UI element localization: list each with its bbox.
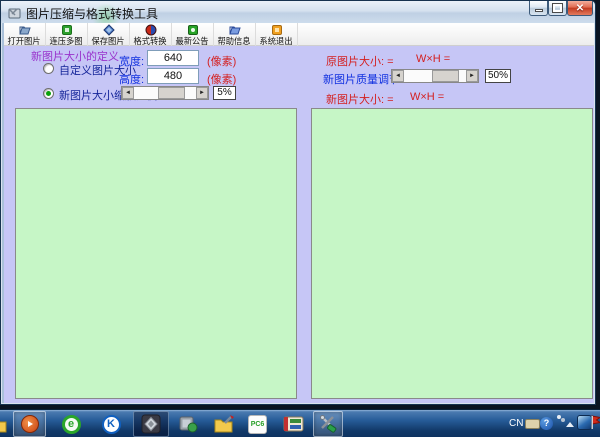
announcement-button[interactable]: 最新公告 (172, 23, 214, 46)
help-info-button[interactable]: 帮助信息 (214, 23, 256, 46)
format-convert-icon (145, 24, 157, 36)
scale-ratio-radio[interactable] (43, 88, 54, 99)
client-area: 新图片大小的定义 自定义图片大小 宽度: (像素) 高度: (像素) 新图片大小… (4, 46, 594, 403)
open-image-button[interactable]: 打开图片 (4, 23, 46, 46)
exit-icon (271, 24, 283, 36)
taskbar-pc6-button[interactable]: PC6 (241, 411, 274, 437)
tray-small-icon[interactable] (556, 414, 566, 424)
keyboard-layout-icon[interactable] (525, 419, 540, 429)
browser-e-label: e (68, 418, 74, 430)
tray-blue-app-icon[interactable] (577, 415, 592, 430)
taskbar-media-button[interactable] (13, 411, 46, 437)
diamond-app-icon (141, 414, 161, 434)
taskbar-tools-button[interactable] (313, 411, 343, 437)
minimize-icon (535, 9, 543, 12)
width-label: 宽度: (119, 53, 144, 69)
toolbar-label: 帮助信息 (218, 36, 251, 45)
browser-e-icon: e (62, 415, 81, 434)
width-unit-label: (像素) (207, 53, 236, 69)
scale-slider-thumb[interactable] (158, 87, 185, 99)
height-unit-label: (像素) (207, 71, 236, 87)
titlebar[interactable]: 图片压缩与格式转换工具 ✕ (1, 1, 595, 23)
tray-expand-icon[interactable] (566, 422, 574, 427)
height-input[interactable] (147, 68, 199, 84)
batch-compress-button[interactable]: 连压多图 (46, 23, 88, 46)
quality-percent-box: 50% (485, 69, 511, 83)
app-window: 图片压缩与格式转换工具 ✕ 打开图片 (0, 0, 596, 405)
taskbar-clipped-folder-button[interactable] (0, 411, 8, 437)
format-convert-button[interactable]: 格式转换 (130, 23, 172, 46)
k-circle-icon: K (102, 415, 121, 434)
maximize-button[interactable] (548, 1, 567, 16)
taskbar-book-button[interactable] (276, 411, 310, 437)
app-icon (8, 6, 21, 19)
open-image-icon (19, 24, 31, 36)
action-center-flag-icon[interactable] (591, 415, 600, 429)
taskbar-active-app-button[interactable] (133, 411, 169, 437)
scroll-right-arrow-icon[interactable]: ► (196, 87, 208, 99)
new-size-label: 新图片大小: = (326, 91, 394, 107)
batch-compress-icon (61, 24, 73, 36)
book-icon (283, 415, 304, 433)
toolbar: 打开图片 连压多图 保存图片 (4, 23, 594, 46)
taskbar-hardware-button[interactable] (171, 411, 205, 437)
quality-slider[interactable]: ◄ ► (391, 69, 479, 83)
width-input[interactable] (147, 50, 199, 66)
save-image-button[interactable]: 保存图片 (88, 23, 130, 46)
taskbar-k-app-button[interactable]: K (93, 411, 129, 437)
toolbar-label: 打开图片 (8, 36, 41, 45)
minimize-button[interactable] (529, 1, 548, 16)
media-play-icon (21, 415, 39, 433)
scale-slider-track[interactable] (134, 87, 196, 99)
language-indicator[interactable]: CN (509, 418, 523, 429)
original-size-value: W×H = (416, 53, 450, 65)
height-label: 高度: (119, 71, 144, 87)
tools-icon (318, 414, 338, 434)
source-image-panel (15, 108, 297, 399)
close-button[interactable]: ✕ (567, 1, 593, 16)
toolbar-label: 保存图片 (92, 36, 125, 45)
taskbar-folder-pen-button[interactable] (206, 411, 241, 437)
desktop: 图片压缩与格式转换工具 ✕ 打开图片 (0, 0, 600, 437)
scroll-left-arrow-icon[interactable]: ◄ (392, 70, 404, 82)
hardware-icon (178, 414, 198, 434)
tray-help-icon[interactable]: ? (540, 417, 553, 430)
new-size-value: W×H = (410, 91, 444, 103)
scroll-right-arrow-icon[interactable]: ► (466, 70, 478, 82)
original-size-label: 原图片大小: = (326, 53, 394, 69)
quality-slider-thumb[interactable] (432, 70, 459, 82)
custom-size-radio[interactable] (43, 63, 54, 74)
toolbar-label: 格式转换 (134, 36, 167, 45)
scale-slider[interactable]: ◄ ► (121, 86, 209, 100)
taskbar-browser-button[interactable]: e (53, 411, 89, 437)
scroll-left-arrow-icon[interactable]: ◄ (122, 87, 134, 99)
pc6-label: PC6 (251, 421, 265, 428)
save-image-icon (103, 24, 115, 36)
pc6-icon: PC6 (248, 415, 267, 434)
maximize-icon (553, 4, 562, 12)
announcement-icon (187, 24, 199, 36)
folder-pen-icon (213, 414, 235, 434)
toolbar-label: 连压多图 (50, 36, 83, 45)
window-title: 图片压缩与格式转换工具 (26, 5, 158, 22)
result-image-panel (311, 108, 593, 399)
clipped-folder-icon (0, 416, 7, 433)
k-label: K (107, 418, 115, 430)
exit-button[interactable]: 系统退出 (256, 23, 298, 46)
toolbar-label: 最新公告 (176, 36, 209, 45)
close-icon: ✕ (576, 2, 584, 15)
quality-slider-track[interactable] (404, 70, 466, 82)
scale-percent-box: 5% (213, 86, 236, 100)
taskbar: e K (0, 409, 600, 437)
toolbar-label: 系统退出 (260, 36, 293, 45)
help-info-icon (229, 24, 241, 36)
